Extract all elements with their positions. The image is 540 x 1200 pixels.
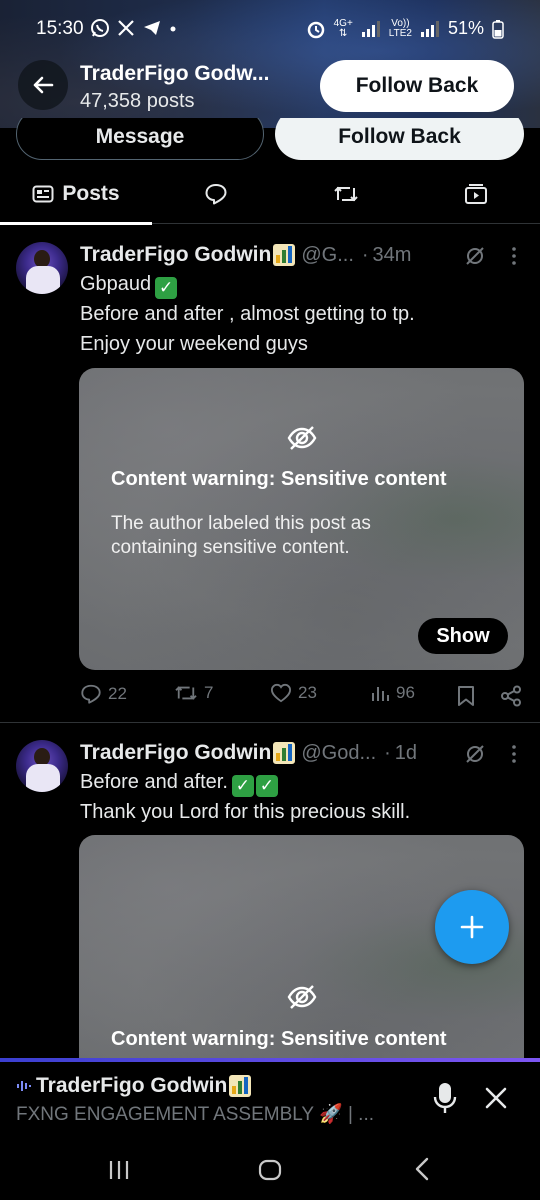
back-button[interactable] bbox=[18, 60, 68, 110]
views-count: 96 bbox=[396, 683, 415, 702]
repost-icon bbox=[334, 186, 358, 202]
reply-count: 22 bbox=[108, 684, 127, 703]
post-author[interactable]: TraderFigo Godwin bbox=[80, 243, 271, 267]
profile-post-count: 47,358 posts bbox=[80, 90, 195, 112]
status-time: 15:30 bbox=[36, 18, 84, 39]
spaces-mini-player[interactable]: TraderFigo Godwin FXNG ENGAGEMENT ASSEMB… bbox=[0, 1058, 540, 1140]
separator-dot: · bbox=[384, 741, 391, 764]
post-handle[interactable]: @G... bbox=[301, 244, 354, 267]
microphone-icon[interactable] bbox=[432, 1082, 458, 1114]
post-text-line: Gbpaud ✓ bbox=[80, 269, 178, 299]
avatar[interactable] bbox=[16, 740, 68, 792]
system-navigation-bar bbox=[0, 1140, 540, 1200]
post-author[interactable]: TraderFigo Godwin bbox=[80, 741, 271, 765]
reply-action[interactable]: 22 bbox=[80, 683, 127, 705]
profile-name: TraderFigo Godw... bbox=[80, 62, 270, 85]
eye-off-icon bbox=[287, 426, 317, 450]
post-header: TraderFigo Godwin @G... · 34m bbox=[80, 240, 411, 270]
more-options-icon[interactable] bbox=[504, 245, 524, 267]
like-count: 23 bbox=[298, 683, 317, 702]
more-options-icon[interactable] bbox=[504, 743, 524, 765]
telegram-icon bbox=[144, 21, 160, 35]
tab-posts[interactable]: Posts bbox=[0, 164, 152, 225]
reply-icon bbox=[81, 684, 101, 704]
post-actions: 22 7 23 96 bbox=[80, 683, 524, 713]
post-time[interactable]: 34m bbox=[373, 244, 412, 267]
tab-posts-label: Posts bbox=[62, 182, 120, 205]
network-4g-label: 4G+ ⇅ bbox=[333, 17, 353, 39]
check-mark-icon: ✓ bbox=[231, 775, 254, 797]
post-text-line: Before and after. ✓ ✓ bbox=[80, 767, 278, 797]
recent-apps-icon[interactable] bbox=[107, 1158, 131, 1182]
tab-reposts[interactable] bbox=[310, 164, 382, 224]
post-text-line: Thank you Lord for this precious skill. bbox=[80, 801, 411, 823]
grok-icon[interactable] bbox=[464, 245, 486, 267]
chart-emoji-icon bbox=[273, 244, 296, 266]
repost-count: 7 bbox=[204, 683, 214, 702]
avatar[interactable] bbox=[16, 242, 68, 294]
spaces-title: FXNG ENGAGEMENT ASSEMBLY 🚀 | ... bbox=[16, 1104, 375, 1125]
share-icon[interactable] bbox=[500, 685, 522, 707]
reply-icon bbox=[205, 184, 227, 205]
back-arrow-icon bbox=[33, 76, 54, 94]
whatsapp-icon bbox=[91, 19, 109, 37]
post-divider bbox=[0, 722, 540, 723]
spaces-host: TraderFigo Godwin bbox=[16, 1074, 252, 1098]
message-button[interactable]: Message bbox=[16, 118, 264, 160]
separator-dot: · bbox=[361, 243, 369, 266]
bookmark-icon[interactable] bbox=[457, 685, 475, 707]
heart-icon bbox=[270, 683, 292, 703]
post-handle[interactable]: @God... bbox=[301, 742, 376, 765]
grok-icon[interactable] bbox=[464, 743, 486, 765]
show-media-button[interactable]: Show bbox=[418, 618, 508, 654]
spaces-accent-line bbox=[0, 1058, 540, 1062]
content-warning-description: The author labeled this post as containi… bbox=[111, 513, 371, 558]
chart-emoji-icon bbox=[229, 1075, 252, 1097]
back-nav-icon[interactable] bbox=[412, 1156, 432, 1182]
tab-media[interactable] bbox=[440, 164, 512, 224]
compose-post-button[interactable] bbox=[435, 890, 509, 964]
posts-icon bbox=[32, 185, 54, 203]
check-mark-icon: ✓ bbox=[155, 277, 178, 299]
like-action[interactable]: 23 bbox=[270, 683, 317, 703]
signal-icon bbox=[361, 20, 380, 37]
profile-topbar: TraderFigo Godw... 47,358 posts Follow B… bbox=[0, 56, 540, 120]
plus-icon bbox=[460, 915, 484, 939]
post-time[interactable]: 1d bbox=[395, 742, 417, 765]
signal-icon-2 bbox=[420, 20, 439, 37]
volte-label: Vo)) LTE2 bbox=[388, 17, 412, 39]
close-icon[interactable] bbox=[484, 1086, 508, 1110]
post-header: TraderFigo Godwin @God... · 1d bbox=[80, 738, 417, 768]
home-icon[interactable] bbox=[258, 1158, 282, 1182]
battery-percent: 51% bbox=[447, 18, 484, 38]
active-tab-indicator bbox=[0, 222, 152, 225]
repost-icon bbox=[175, 686, 197, 700]
alarm-icon bbox=[307, 21, 324, 38]
sensitive-media-card[interactable]: Content warning: Sensitive content The a… bbox=[79, 368, 524, 670]
status-bar: 15:30 4G+ ⇅ Vo)) LTE2 51% bbox=[0, 0, 540, 60]
follow-back-button-secondary[interactable]: Follow Back bbox=[275, 118, 524, 160]
post-text-line: Enjoy your weekend guys bbox=[80, 333, 308, 355]
post-item[interactable]: TraderFigo Godwin @G... · 34m Gbpaud ✓ Be… bbox=[0, 240, 540, 722]
audio-wave-icon bbox=[17, 1081, 31, 1091]
content-warning-title: Content warning: Sensitive content bbox=[111, 1028, 447, 1050]
x-icon bbox=[118, 20, 134, 36]
content-warning-title: Content warning: Sensitive content bbox=[111, 468, 447, 490]
battery-icon bbox=[492, 19, 504, 39]
follow-back-button[interactable]: Follow Back bbox=[320, 60, 514, 112]
views-action[interactable]: 96 bbox=[370, 683, 415, 703]
dot-icon bbox=[170, 26, 176, 32]
views-icon bbox=[372, 687, 389, 701]
profile-action-row: Message Follow Back bbox=[0, 118, 540, 164]
notification-icons bbox=[90, 18, 178, 38]
repost-action[interactable]: 7 bbox=[174, 683, 213, 703]
profile-tabs: Posts bbox=[0, 164, 540, 225]
media-icon bbox=[465, 184, 487, 204]
post-text-line: Before and after , almost getting to tp. bbox=[80, 303, 415, 325]
check-mark-icon: ✓ bbox=[255, 775, 278, 797]
chart-emoji-icon bbox=[273, 742, 296, 764]
tab-replies[interactable] bbox=[180, 164, 252, 224]
eye-off-icon bbox=[287, 985, 317, 1009]
system-icons: 4G+ ⇅ Vo)) LTE2 51% bbox=[306, 18, 504, 39]
